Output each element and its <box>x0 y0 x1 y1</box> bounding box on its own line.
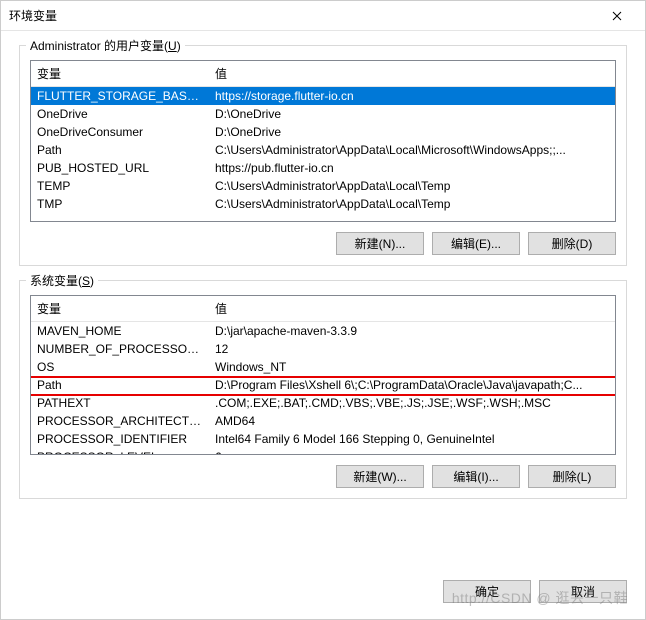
variable-value: https://storage.flutter-io.cn <box>209 88 615 104</box>
user-edit-button[interactable]: 编辑(E)... <box>432 232 520 255</box>
ok-button[interactable]: 确定 <box>443 580 531 603</box>
table-row[interactable]: PUB_HOSTED_URLhttps://pub.flutter-io.cn <box>31 159 615 177</box>
user-delete-button[interactable]: 删除(D) <box>528 232 616 255</box>
system-delete-button[interactable]: 删除(L) <box>528 465 616 488</box>
variable-value: D:\Program Files\Xshell 6\;C:\ProgramDat… <box>209 377 615 393</box>
variable-name: PROCESSOR_LEVEL <box>31 449 209 455</box>
table-row[interactable]: PathC:\Users\Administrator\AppData\Local… <box>31 141 615 159</box>
table-row[interactable]: PathD:\Program Files\Xshell 6\;C:\Progra… <box>31 376 615 394</box>
table-row[interactable]: TMPC:\Users\Administrator\AppData\Local\… <box>31 195 615 213</box>
variable-value: D:\OneDrive <box>209 106 615 122</box>
variable-name: OneDriveConsumer <box>31 124 209 140</box>
user-vars-group: Administrator 的用户变量(U) 变量 值 FLUTTER_STOR… <box>19 45 627 266</box>
col-header-variable[interactable]: 变量 <box>31 61 209 87</box>
col-header-value[interactable]: 值 <box>209 296 615 322</box>
window-title: 环境变量 <box>9 7 57 24</box>
dialog-footer: 确定 取消 <box>1 580 645 619</box>
col-header-variable[interactable]: 变量 <box>31 296 209 322</box>
variable-name: PUB_HOSTED_URL <box>31 160 209 176</box>
system-buttons: 新建(W)... 编辑(I)... 删除(L) <box>30 465 616 488</box>
variable-value: C:\Users\Administrator\AppData\Local\Mic… <box>209 142 615 158</box>
variable-value: 6 <box>209 449 615 455</box>
col-header-value[interactable]: 值 <box>209 61 615 87</box>
close-button[interactable] <box>597 2 637 30</box>
table-row[interactable]: MAVEN_HOMED:\jar\apache-maven-3.3.9 <box>31 322 615 340</box>
variable-name: PROCESSOR_IDENTIFIER <box>31 431 209 447</box>
variable-value: .COM;.EXE;.BAT;.CMD;.VBS;.VBE;.JS;.JSE;.… <box>209 395 615 411</box>
variable-name: OS <box>31 359 209 375</box>
table-row[interactable]: NUMBER_OF_PROCESSORS12 <box>31 340 615 358</box>
variable-name: MAVEN_HOME <box>31 323 209 339</box>
variable-value: C:\Users\Administrator\AppData\Local\Tem… <box>209 196 615 212</box>
variable-name: OneDrive <box>31 106 209 122</box>
table-row[interactable]: PROCESSOR_IDENTIFIERIntel64 Family 6 Mod… <box>31 430 615 448</box>
variable-value: AMD64 <box>209 413 615 429</box>
system-new-button[interactable]: 新建(W)... <box>336 465 424 488</box>
user-vars-list[interactable]: 变量 值 FLUTTER_STORAGE_BASE_U...https://st… <box>30 60 616 222</box>
env-vars-dialog: 环境变量 Administrator 的用户变量(U) 变量 值 FLUTTER… <box>0 0 646 620</box>
table-row[interactable]: PATHEXT.COM;.EXE;.BAT;.CMD;.VBS;.VBE;.JS… <box>31 394 615 412</box>
list-header: 变量 值 <box>31 296 615 322</box>
system-edit-button[interactable]: 编辑(I)... <box>432 465 520 488</box>
system-vars-legend: 系统变量(S) <box>26 272 98 289</box>
user-new-button[interactable]: 新建(N)... <box>336 232 424 255</box>
variable-name: NUMBER_OF_PROCESSORS <box>31 341 209 357</box>
dialog-content: Administrator 的用户变量(U) 变量 值 FLUTTER_STOR… <box>1 31 645 580</box>
variable-value: C:\Users\Administrator\AppData\Local\Tem… <box>209 178 615 194</box>
table-row[interactable]: OSWindows_NT <box>31 358 615 376</box>
cancel-button[interactable]: 取消 <box>539 580 627 603</box>
variable-name: Path <box>31 142 209 158</box>
system-vars-group: 系统变量(S) 变量 值 MAVEN_HOMED:\jar\apache-mav… <box>19 280 627 499</box>
variable-value: https://pub.flutter-io.cn <box>209 160 615 176</box>
user-buttons: 新建(N)... 编辑(E)... 删除(D) <box>30 232 616 255</box>
variable-value: Intel64 Family 6 Model 166 Stepping 0, G… <box>209 431 615 447</box>
table-row[interactable]: OneDriveD:\OneDrive <box>31 105 615 123</box>
table-row[interactable]: PROCESSOR_ARCHITECTUREAMD64 <box>31 412 615 430</box>
variable-value: Windows_NT <box>209 359 615 375</box>
variable-name: PROCESSOR_ARCHITECTURE <box>31 413 209 429</box>
table-row[interactable]: TEMPC:\Users\Administrator\AppData\Local… <box>31 177 615 195</box>
table-row[interactable]: PROCESSOR_LEVEL6 <box>31 448 615 455</box>
variable-value: 12 <box>209 341 615 357</box>
user-vars-legend: Administrator 的用户变量(U) <box>26 37 185 54</box>
variable-value: D:\OneDrive <box>209 124 615 140</box>
variable-value: D:\jar\apache-maven-3.3.9 <box>209 323 615 339</box>
table-row[interactable]: FLUTTER_STORAGE_BASE_U...https://storage… <box>31 87 615 105</box>
system-vars-list[interactable]: 变量 值 MAVEN_HOMED:\jar\apache-maven-3.3.9… <box>30 295 616 455</box>
variable-name: PATHEXT <box>31 395 209 411</box>
titlebar: 环境变量 <box>1 1 645 31</box>
variable-name: FLUTTER_STORAGE_BASE_U... <box>31 88 209 104</box>
variable-name: Path <box>31 377 209 393</box>
table-row[interactable]: OneDriveConsumerD:\OneDrive <box>31 123 615 141</box>
close-icon <box>612 11 622 21</box>
variable-name: TMP <box>31 196 209 212</box>
variable-name: TEMP <box>31 178 209 194</box>
list-header: 变量 值 <box>31 61 615 87</box>
